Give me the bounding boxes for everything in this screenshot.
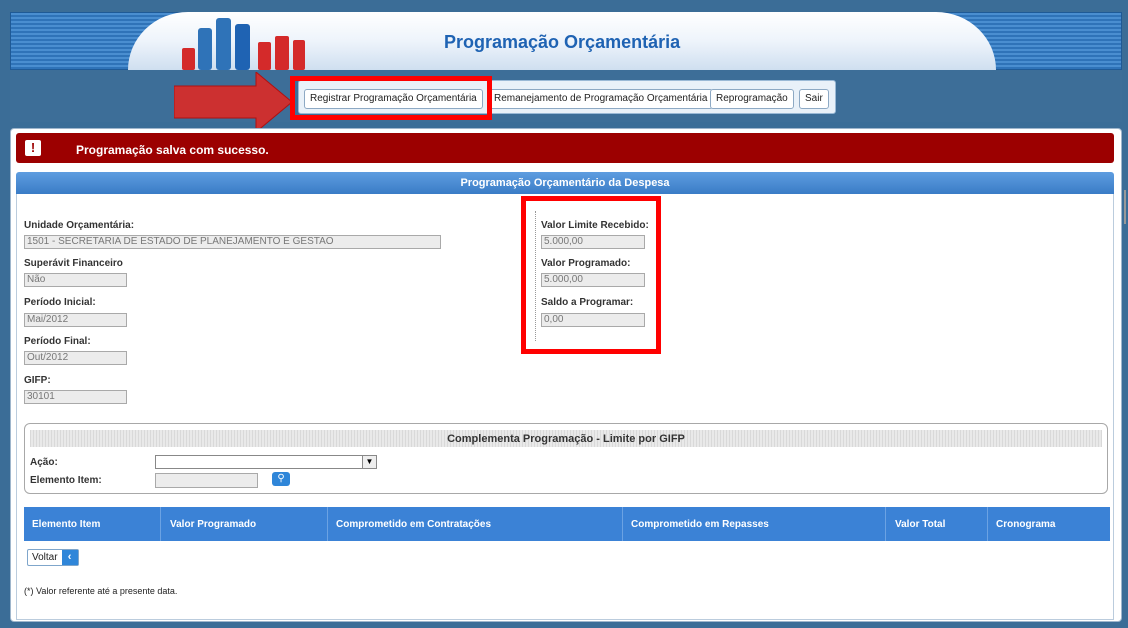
gifp-label: GIFP: [24, 375, 51, 386]
column-divider [160, 507, 161, 541]
gifp-field: 30101 [24, 390, 127, 404]
exclamation-icon: ! [25, 140, 41, 156]
unidade-label: Unidade Orçamentária: [24, 220, 135, 231]
superavit-field: Não [24, 273, 127, 287]
menu-sair[interactable]: Sair [799, 89, 829, 109]
elemento-field [155, 473, 258, 488]
periodo-inicial-label: Período Inicial: [24, 297, 96, 308]
acao-label: Ação: [30, 457, 58, 468]
periodo-inicial-field: Mai/2012 [24, 313, 127, 327]
col-repasses: Comprometido em Repasses [631, 519, 769, 530]
column-divider [885, 507, 886, 541]
annotation-highlight-values [521, 196, 661, 354]
logo-bar [235, 24, 250, 70]
menu-reprogramacao[interactable]: Reprogramação [710, 89, 794, 109]
section-title: Programação Orçamentário da Despesa [460, 177, 670, 189]
col-contratacoes: Comprometido em Contratações [336, 519, 492, 530]
footnote: (*) Valor referente até a presente data. [24, 586, 178, 596]
column-divider [622, 507, 623, 541]
col-valor-programado: Valor Programado [170, 519, 257, 530]
periodo-final-field: Out/2012 [24, 351, 127, 365]
unidade-field: 1501 - SECRETARIA DE ESTADO DE PLANEJAME… [24, 235, 441, 249]
chevron-down-icon[interactable]: ▼ [362, 456, 376, 468]
elemento-label: Elemento Item: [30, 475, 102, 486]
search-icon[interactable]: ⚲ [272, 472, 290, 486]
col-valor-total: Valor Total [895, 519, 946, 530]
logo-bar [293, 40, 305, 70]
acao-select[interactable] [155, 455, 377, 469]
logo-bar [258, 42, 271, 70]
page-title: Programação Orçamentária [444, 32, 681, 52]
periodo-final-label: Período Final: [24, 336, 91, 347]
col-cronograma: Cronograma [996, 519, 1056, 530]
column-divider [327, 507, 328, 541]
logo-bar [216, 18, 231, 70]
logo-bars-icon [182, 18, 305, 70]
scrollbar[interactable] [1124, 190, 1126, 224]
voltar-label: Voltar [32, 552, 58, 563]
column-divider [987, 507, 988, 541]
alert-message: Programação salva com sucesso. [76, 143, 269, 157]
complementa-title: Complementa Programação - Limite por GIF… [447, 433, 685, 445]
col-elemento: Elemento Item [32, 519, 101, 530]
chevron-left-icon: ‹ [61, 550, 78, 565]
voltar-button[interactable]: Voltar ‹ [27, 549, 79, 566]
menu-remanejamento[interactable]: Remanejamento de Programação Orçamentári… [488, 89, 714, 109]
logo-bar [182, 48, 195, 70]
annotation-highlight-menu [290, 76, 492, 120]
annotation-arrow-icon [174, 72, 293, 132]
logo-bar [275, 36, 289, 70]
logo-bar [198, 28, 212, 70]
superavit-label: Superávit Financeiro [24, 258, 123, 269]
